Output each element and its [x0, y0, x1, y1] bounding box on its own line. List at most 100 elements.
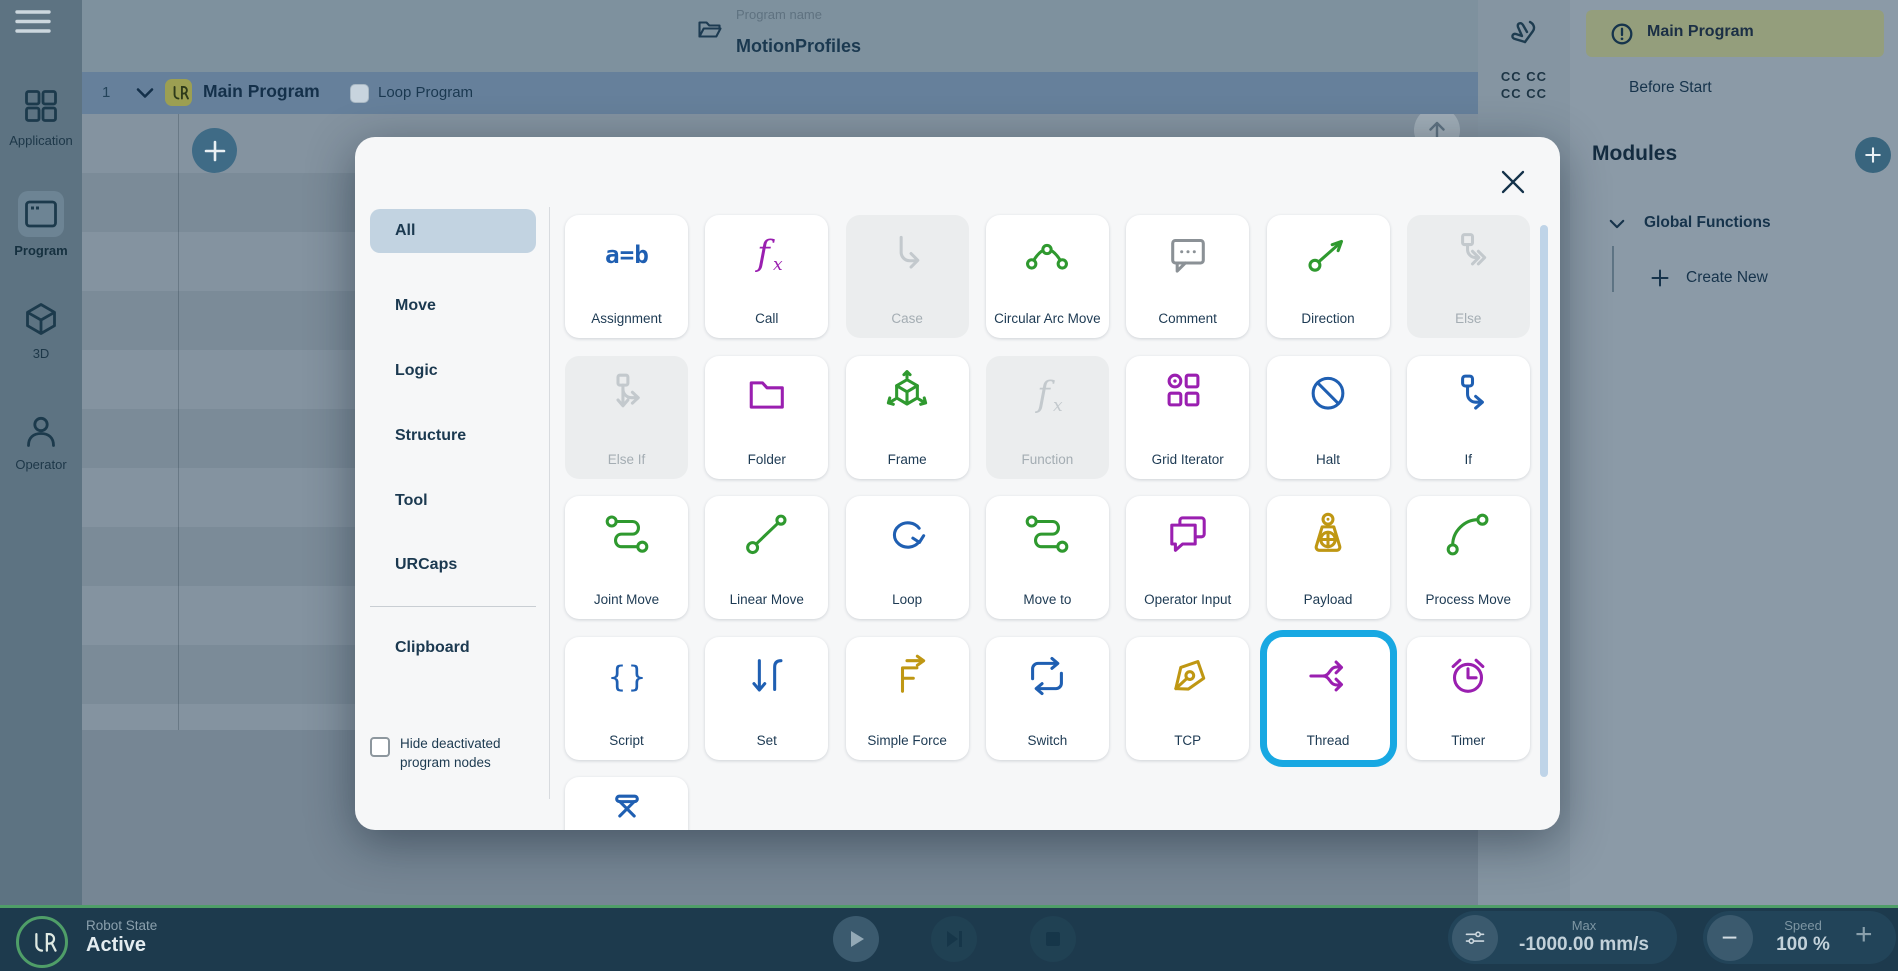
modules-title: Modules — [1592, 142, 1677, 166]
dialog-close-button[interactable] — [1500, 169, 1526, 195]
folder-icon — [740, 368, 794, 422]
global-functions-label: Global Functions — [1644, 214, 1771, 232]
category-urcaps[interactable]: URCaps — [370, 543, 536, 587]
hand-guide-icon — [1506, 18, 1542, 54]
circular-arc-move-icon — [1020, 227, 1074, 281]
case-icon — [880, 227, 934, 281]
loop-program-checkbox[interactable] — [350, 84, 369, 103]
node-tile-tcp[interactable]: TCP — [1126, 637, 1249, 760]
operator-person-icon — [23, 414, 59, 450]
selected-node-chip[interactable]: Main Program — [1586, 10, 1884, 57]
status-bar: Robot State Active — [0, 905, 1898, 971]
node-tile-circular-arc-move[interactable]: Circular Arc Move — [986, 215, 1109, 338]
squiggle-move-icon — [600, 508, 654, 562]
plus-icon — [203, 139, 227, 163]
node-tile-label: Circular Arc Move — [990, 310, 1105, 327]
program-name-label: Program name — [736, 7, 822, 22]
category-divider — [370, 606, 536, 607]
node-tile-linear-move[interactable]: Linear Move — [705, 496, 828, 619]
add-module-button[interactable] — [1855, 137, 1891, 173]
process-move-icon — [1441, 508, 1495, 562]
ur-logo-icon — [168, 82, 189, 103]
simple-force-icon — [880, 649, 934, 703]
category-structure[interactable]: Structure — [370, 414, 536, 458]
step-button[interactable] — [931, 916, 977, 962]
stop-button[interactable] — [1030, 916, 1076, 962]
robot-state-logo[interactable] — [16, 916, 68, 968]
node-tile-switch[interactable]: Switch — [986, 637, 1109, 760]
node-tile-script[interactable]: {}Script — [565, 637, 688, 760]
node-tile-payload[interactable]: Payload — [1267, 496, 1390, 619]
svg-text:x: x — [773, 255, 783, 275]
node-tile-folder[interactable]: Folder — [705, 356, 828, 479]
category-all[interactable]: All — [370, 209, 536, 253]
node-tile-label: Case — [850, 310, 965, 327]
node-tile-label: Direction — [1271, 310, 1386, 327]
if-icon — [1441, 368, 1495, 422]
hand-guide-button[interactable] — [1506, 18, 1542, 54]
category-clipboard[interactable]: Clipboard — [370, 626, 536, 670]
selected-node-label: Main Program — [1647, 23, 1754, 41]
node-tile-label: If — [1411, 451, 1526, 468]
node-tile-set[interactable]: Set — [705, 637, 828, 760]
speed-settings-button[interactable] — [1452, 915, 1498, 961]
dialog-scrollbar-thumb[interactable] — [1540, 225, 1548, 777]
speed-value: 100 % — [1755, 934, 1851, 956]
thread-icon — [1301, 649, 1355, 703]
node-tile-call[interactable]: fxCall — [705, 215, 828, 338]
switch-icon — [1020, 649, 1074, 703]
node-tile-process-move[interactable]: Process Move — [1407, 496, 1530, 619]
left-sidebar: Application Program 3D — [0, 0, 82, 905]
direction-icon — [1301, 227, 1355, 281]
add-node-button[interactable] — [192, 128, 237, 173]
script-icon: {} — [600, 649, 654, 703]
program-structure-panel: Main Program Before Start Modules Global… — [1570, 0, 1898, 905]
category-tool[interactable]: Tool — [370, 479, 536, 523]
node-tile-wait[interactable]: Wait — [565, 777, 688, 830]
grid-iterator-icon — [1161, 368, 1215, 422]
application-grid-icon — [23, 88, 59, 124]
node-tile-timer[interactable]: Timer — [1407, 637, 1530, 760]
ur-node-badge — [165, 79, 192, 106]
skip-next-icon — [943, 928, 965, 950]
node-tile-direction[interactable]: Direction — [1267, 215, 1390, 338]
sidebar-item-label: 3D — [0, 346, 82, 361]
tcp-icon — [1161, 649, 1215, 703]
hide-deactivated-checkbox[interactable] — [370, 737, 390, 757]
node-tile-label: Timer — [1411, 732, 1526, 749]
node-tile-else: Else — [1407, 215, 1530, 338]
polyscope-screen: Application Program 3D — [0, 0, 1898, 971]
node-tile-simple-force[interactable]: Simple Force — [846, 637, 969, 760]
node-tile-label: Simple Force — [850, 732, 965, 749]
collapse-chevron-button[interactable] — [136, 86, 154, 100]
node-tile-move-to[interactable]: Move to — [986, 496, 1109, 619]
speed-increase-button[interactable]: + — [1855, 918, 1873, 952]
main-program-row[interactable]: 1 Main Program Loop Program — [82, 72, 1478, 114]
node-tile-assignment[interactable]: a=bAssignment — [565, 215, 688, 338]
tree-gutter-line — [178, 114, 179, 730]
node-tile-grid-iterator[interactable]: Grid Iterator — [1126, 356, 1249, 479]
max-speed-pill[interactable]: Max -1000.00 mm/s — [1448, 911, 1677, 964]
before-start-item[interactable]: Before Start — [1629, 79, 1712, 97]
node-tile-if[interactable]: If — [1407, 356, 1530, 479]
node-tile-loop[interactable]: Loop — [846, 496, 969, 619]
node-tile-label: Else — [1411, 310, 1526, 327]
node-tile-label: Operator Input — [1130, 591, 1245, 608]
node-tile-thread[interactable]: Thread — [1267, 637, 1390, 760]
category-move[interactable]: Move — [370, 284, 536, 328]
node-tile-comment[interactable]: Comment — [1126, 215, 1249, 338]
node-tile-operator-input[interactable]: Operator Input — [1126, 496, 1249, 619]
node-tile-frame[interactable]: Frame — [846, 356, 969, 479]
node-tile-joint-move[interactable]: Joint Move — [565, 496, 688, 619]
speed-pill: − Speed 100 % + — [1703, 911, 1896, 964]
node-tile-halt[interactable]: Halt — [1267, 356, 1390, 479]
svg-text:f: f — [1034, 374, 1055, 414]
else-if-icon — [600, 368, 654, 422]
node-tile-case: Case — [846, 215, 969, 338]
hamburger-menu-button[interactable] — [15, 7, 51, 37]
play-button[interactable] — [833, 916, 879, 962]
speed-decrease-button[interactable]: − — [1707, 915, 1753, 961]
squiggle-move-icon — [1020, 508, 1074, 562]
category-logic[interactable]: Logic — [370, 349, 536, 393]
node-tile-label: Loop — [850, 591, 965, 608]
